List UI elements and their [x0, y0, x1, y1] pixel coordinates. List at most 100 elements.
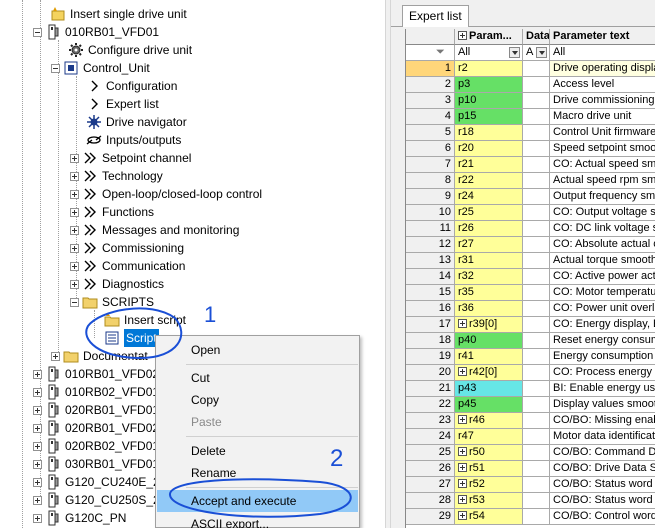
param-number-cell[interactable]: r25: [455, 205, 523, 221]
table-row[interactable]: 8 r22 Actual speed rpm smo: [406, 173, 655, 189]
expand-icon[interactable]: [458, 495, 467, 504]
table-row[interactable]: 29 r54 CO/BO: Control word: [406, 509, 655, 525]
tree-item-drive-G120C-PN[interactable]: G120C_PN: [33, 509, 126, 527]
menu-item-ascii-export[interactable]: ASCII export...: [157, 513, 358, 528]
param-number-cell[interactable]: p45: [455, 397, 523, 413]
tree-item-drive-020RB02-VFD01[interactable]: 020RB02_VFD01: [33, 437, 159, 455]
expand-toggle[interactable]: [33, 387, 42, 397]
tree-item-drive-navigator[interactable]: Drive navigator: [86, 113, 187, 131]
param-number-cell[interactable]: r21: [455, 157, 523, 173]
collapse-toggle[interactable]: [70, 297, 79, 307]
param-number-cell[interactable]: r54: [455, 509, 523, 525]
tree-item-functions[interactable]: Functions: [70, 203, 154, 221]
tree-item-messages-monitoring[interactable]: Messages and monitoring: [70, 221, 239, 239]
expand-icon[interactable]: [458, 367, 467, 376]
tree-item-control-unit[interactable]: Control_Unit: [51, 59, 150, 77]
param-number-cell[interactable]: r42[0]: [455, 365, 523, 381]
expand-icon[interactable]: [458, 479, 467, 488]
expand-toggle[interactable]: [33, 441, 42, 451]
table-row[interactable]: 20 r42[0] CO: Process energy c: [406, 365, 655, 381]
table-row[interactable]: 10 r25 CO: Output voltage sm: [406, 205, 655, 221]
param-column-header[interactable]: Param...: [455, 29, 523, 45]
tree-item-inputs-outputs[interactable]: Inputs/outputs: [86, 131, 181, 149]
expand-icon[interactable]: [458, 415, 467, 424]
tree-item-drive-020RB01-VFD01[interactable]: 020RB01_VFD01: [33, 401, 159, 419]
expand-toggle[interactable]: [51, 351, 60, 361]
tree-item-drive-030RB01-VFD01[interactable]: 030RB01_VFD01: [33, 455, 159, 473]
tree-item-technology[interactable]: Technology: [70, 167, 163, 185]
expand-toggle[interactable]: [70, 207, 79, 217]
tree-item-insert-script[interactable]: Insert script: [104, 311, 186, 329]
expand-all-icon[interactable]: [458, 31, 467, 40]
expand-icon[interactable]: [458, 319, 467, 328]
param-number-cell[interactable]: r27: [455, 237, 523, 253]
param-number-cell[interactable]: r51: [455, 461, 523, 477]
expand-toggle[interactable]: [70, 189, 79, 199]
table-row[interactable]: 24 r47 Motor data identificat: [406, 429, 655, 445]
expert-list-grid[interactable]: Param... Data Parameter text ⏷ All A All…: [405, 29, 655, 528]
param-number-cell[interactable]: r31: [455, 253, 523, 269]
tree-item-drive-020RB01-VFD02[interactable]: 020RB01_VFD02: [33, 419, 159, 437]
data-filter-select[interactable]: A: [523, 45, 550, 61]
tree-item-drive-010RB02-VFD01[interactable]: 010RB02_VFD01: [33, 383, 159, 401]
table-row[interactable]: 4 p15 Macro drive unit: [406, 109, 655, 125]
param-number-cell[interactable]: r26: [455, 221, 523, 237]
menu-item-copy[interactable]: Copy: [157, 389, 358, 411]
table-row[interactable]: 26 r51 CO/BO: Drive Data Se: [406, 461, 655, 477]
table-row[interactable]: 2 p3 Access level: [406, 77, 655, 93]
menu-item-delete[interactable]: Delete: [157, 440, 358, 462]
expand-toggle[interactable]: [70, 243, 79, 253]
param-number-cell[interactable]: r53: [455, 493, 523, 509]
param-number-cell[interactable]: r50: [455, 445, 523, 461]
param-number-cell[interactable]: p3: [455, 77, 523, 93]
table-row[interactable]: 17 r39[0] CO: Energy display, E: [406, 317, 655, 333]
table-row[interactable]: 18 p40 Reset energy consum: [406, 333, 655, 349]
param-filter-select[interactable]: All: [455, 45, 523, 61]
tree-item-drive-010RB01-VFD02[interactable]: 010RB01_VFD02: [33, 365, 159, 383]
expand-toggle[interactable]: [70, 225, 79, 235]
table-row[interactable]: 23 r46 CO/BO: Missing enabl: [406, 413, 655, 429]
table-row[interactable]: 15 r35 CO: Motor temperatur: [406, 285, 655, 301]
tree-item-diagnostics[interactable]: Diagnostics: [70, 275, 164, 293]
text-column-header[interactable]: Parameter text: [550, 29, 655, 45]
table-row[interactable]: 25 r50 CO/BO: Command Dat: [406, 445, 655, 461]
table-row[interactable]: 9 r24 Output frequency smo: [406, 189, 655, 205]
expand-icon[interactable]: [458, 511, 467, 520]
param-number-cell[interactable]: p15: [455, 109, 523, 125]
expand-icon[interactable]: [458, 447, 467, 456]
tree-item-documentation[interactable]: Documentat: [51, 347, 148, 365]
table-row[interactable]: 3 p10 Drive commissioning p: [406, 93, 655, 109]
tree-item-drive-010RB01-VFD01[interactable]: 010RB01_VFD01: [33, 23, 159, 41]
table-row[interactable]: 28 r53 CO/BO: Status word 2: [406, 493, 655, 509]
expand-toggle[interactable]: [33, 459, 42, 469]
tree-item-insert-single-drive[interactable]: Insert single drive unit: [50, 5, 187, 23]
table-row[interactable]: 6 r20 Speed setpoint smoot: [406, 141, 655, 157]
tree-item-drive-G120-CU240E-2[interactable]: G120_CU240E_2: [33, 473, 160, 491]
expand-toggle[interactable]: [33, 513, 42, 523]
expand-icon[interactable]: [458, 463, 467, 472]
param-number-cell[interactable]: r35: [455, 285, 523, 301]
tree-item-configuration[interactable]: Configuration: [86, 77, 177, 95]
param-number-cell[interactable]: r18: [455, 125, 523, 141]
collapse-toggle[interactable]: [33, 27, 42, 37]
expand-toggle[interactable]: [70, 153, 79, 163]
param-number-cell[interactable]: r36: [455, 301, 523, 317]
expand-toggle[interactable]: [33, 369, 42, 379]
param-number-cell[interactable]: r20: [455, 141, 523, 157]
table-row[interactable]: 22 p45 Display values smooth: [406, 397, 655, 413]
param-number-cell[interactable]: r32: [455, 269, 523, 285]
menu-item-accept-and-execute[interactable]: Accept and execute: [157, 490, 358, 512]
text-filter-input[interactable]: All: [550, 45, 655, 61]
tree-item-configure-drive-unit[interactable]: Configure drive unit: [68, 41, 192, 59]
table-row[interactable]: 14 r32 CO: Active power act: [406, 269, 655, 285]
table-row[interactable]: 19 r41 Energy consumption s: [406, 349, 655, 365]
table-row[interactable]: 5 r18 Control Unit firmware: [406, 125, 655, 141]
tree-item-open-closed-loop-control[interactable]: Open-loop/closed-loop control: [70, 185, 262, 203]
table-row[interactable]: 16 r36 CO: Power unit overlo: [406, 301, 655, 317]
data-column-header[interactable]: Data: [523, 29, 550, 45]
tab-expert-list[interactable]: Expert list: [402, 5, 469, 27]
table-row[interactable]: 11r26 CO: DC link voltage sm: [406, 221, 655, 237]
collapse-toggle[interactable]: [51, 63, 60, 73]
param-number-cell[interactable]: r2: [455, 61, 523, 77]
expand-toggle[interactable]: [70, 279, 79, 289]
